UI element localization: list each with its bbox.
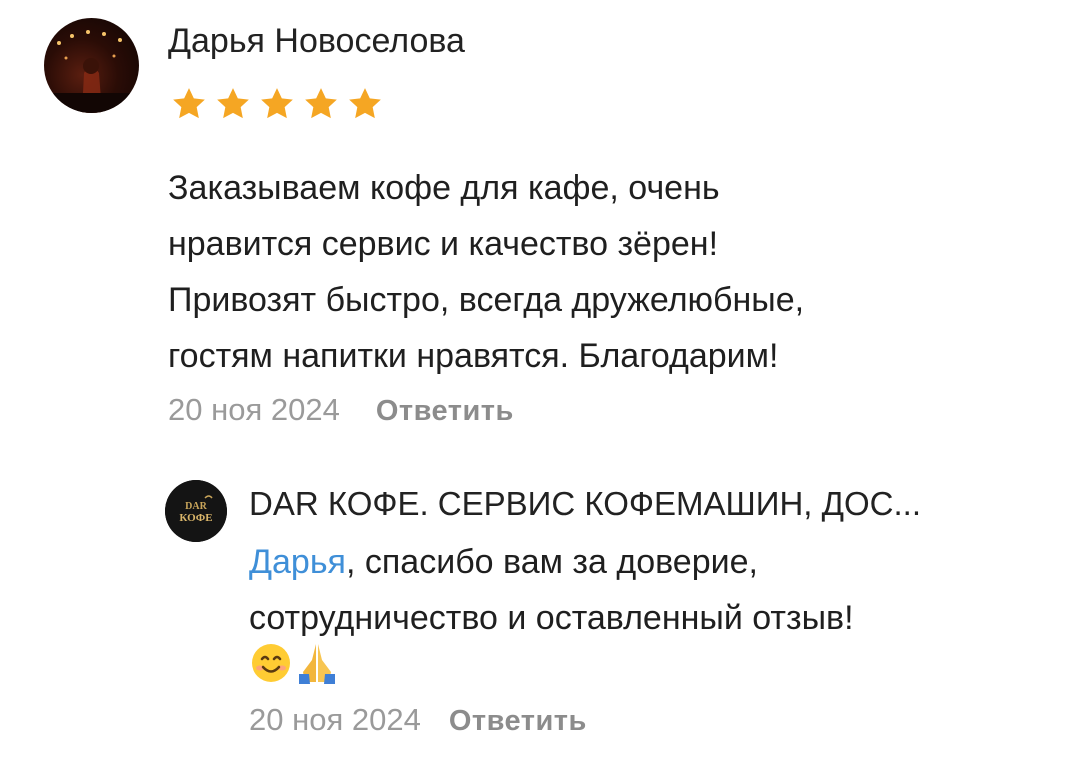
star-icon [305,88,337,119]
business-name[interactable]: DAR КОФЕ. СЕРВИС КОФЕМАШИН, ДОС... [249,482,1029,526]
mention-link[interactable]: Дарья [249,543,346,581]
business-logo: DAR КОФЕ [165,480,227,542]
response-meta: 20 ноя 2024 Ответить [249,698,587,743]
svg-text:КОФЕ: КОФЕ [179,512,212,524]
emoji-row [249,640,339,684]
reviewer-name[interactable]: Дарья Новоселова [168,20,465,62]
review-meta: 20 ноя 2024 Ответить [168,388,514,433]
response-text: Дарья, спасибо вам за доверие, сотруднич… [249,534,1049,646]
star-icon [261,88,293,119]
response-date: 20 ноя 2024 [249,702,421,737]
star-icon [173,88,205,119]
response-reply-button[interactable]: Ответить [449,699,587,743]
review-date: 20 ноя 2024 [168,392,340,427]
reply-button[interactable]: Ответить [376,389,514,433]
business-avatar[interactable]: DAR КОФЕ [165,480,227,542]
star-icon [349,88,381,119]
reviewer-photo [44,30,139,113]
reviewer-avatar[interactable] [44,18,139,113]
svg-text:DAR: DAR [185,501,207,512]
smiling-face-emoji-icon [252,644,290,682]
review-text: Заказываем кофе для кафе, очень нравится… [168,169,805,375]
star-icon [217,88,249,119]
folded-hands-emoji-icon [299,644,335,684]
rating-stars [168,84,386,124]
review-card: Дарья Новоселова Заказываем кофе для каф… [0,0,1080,766]
